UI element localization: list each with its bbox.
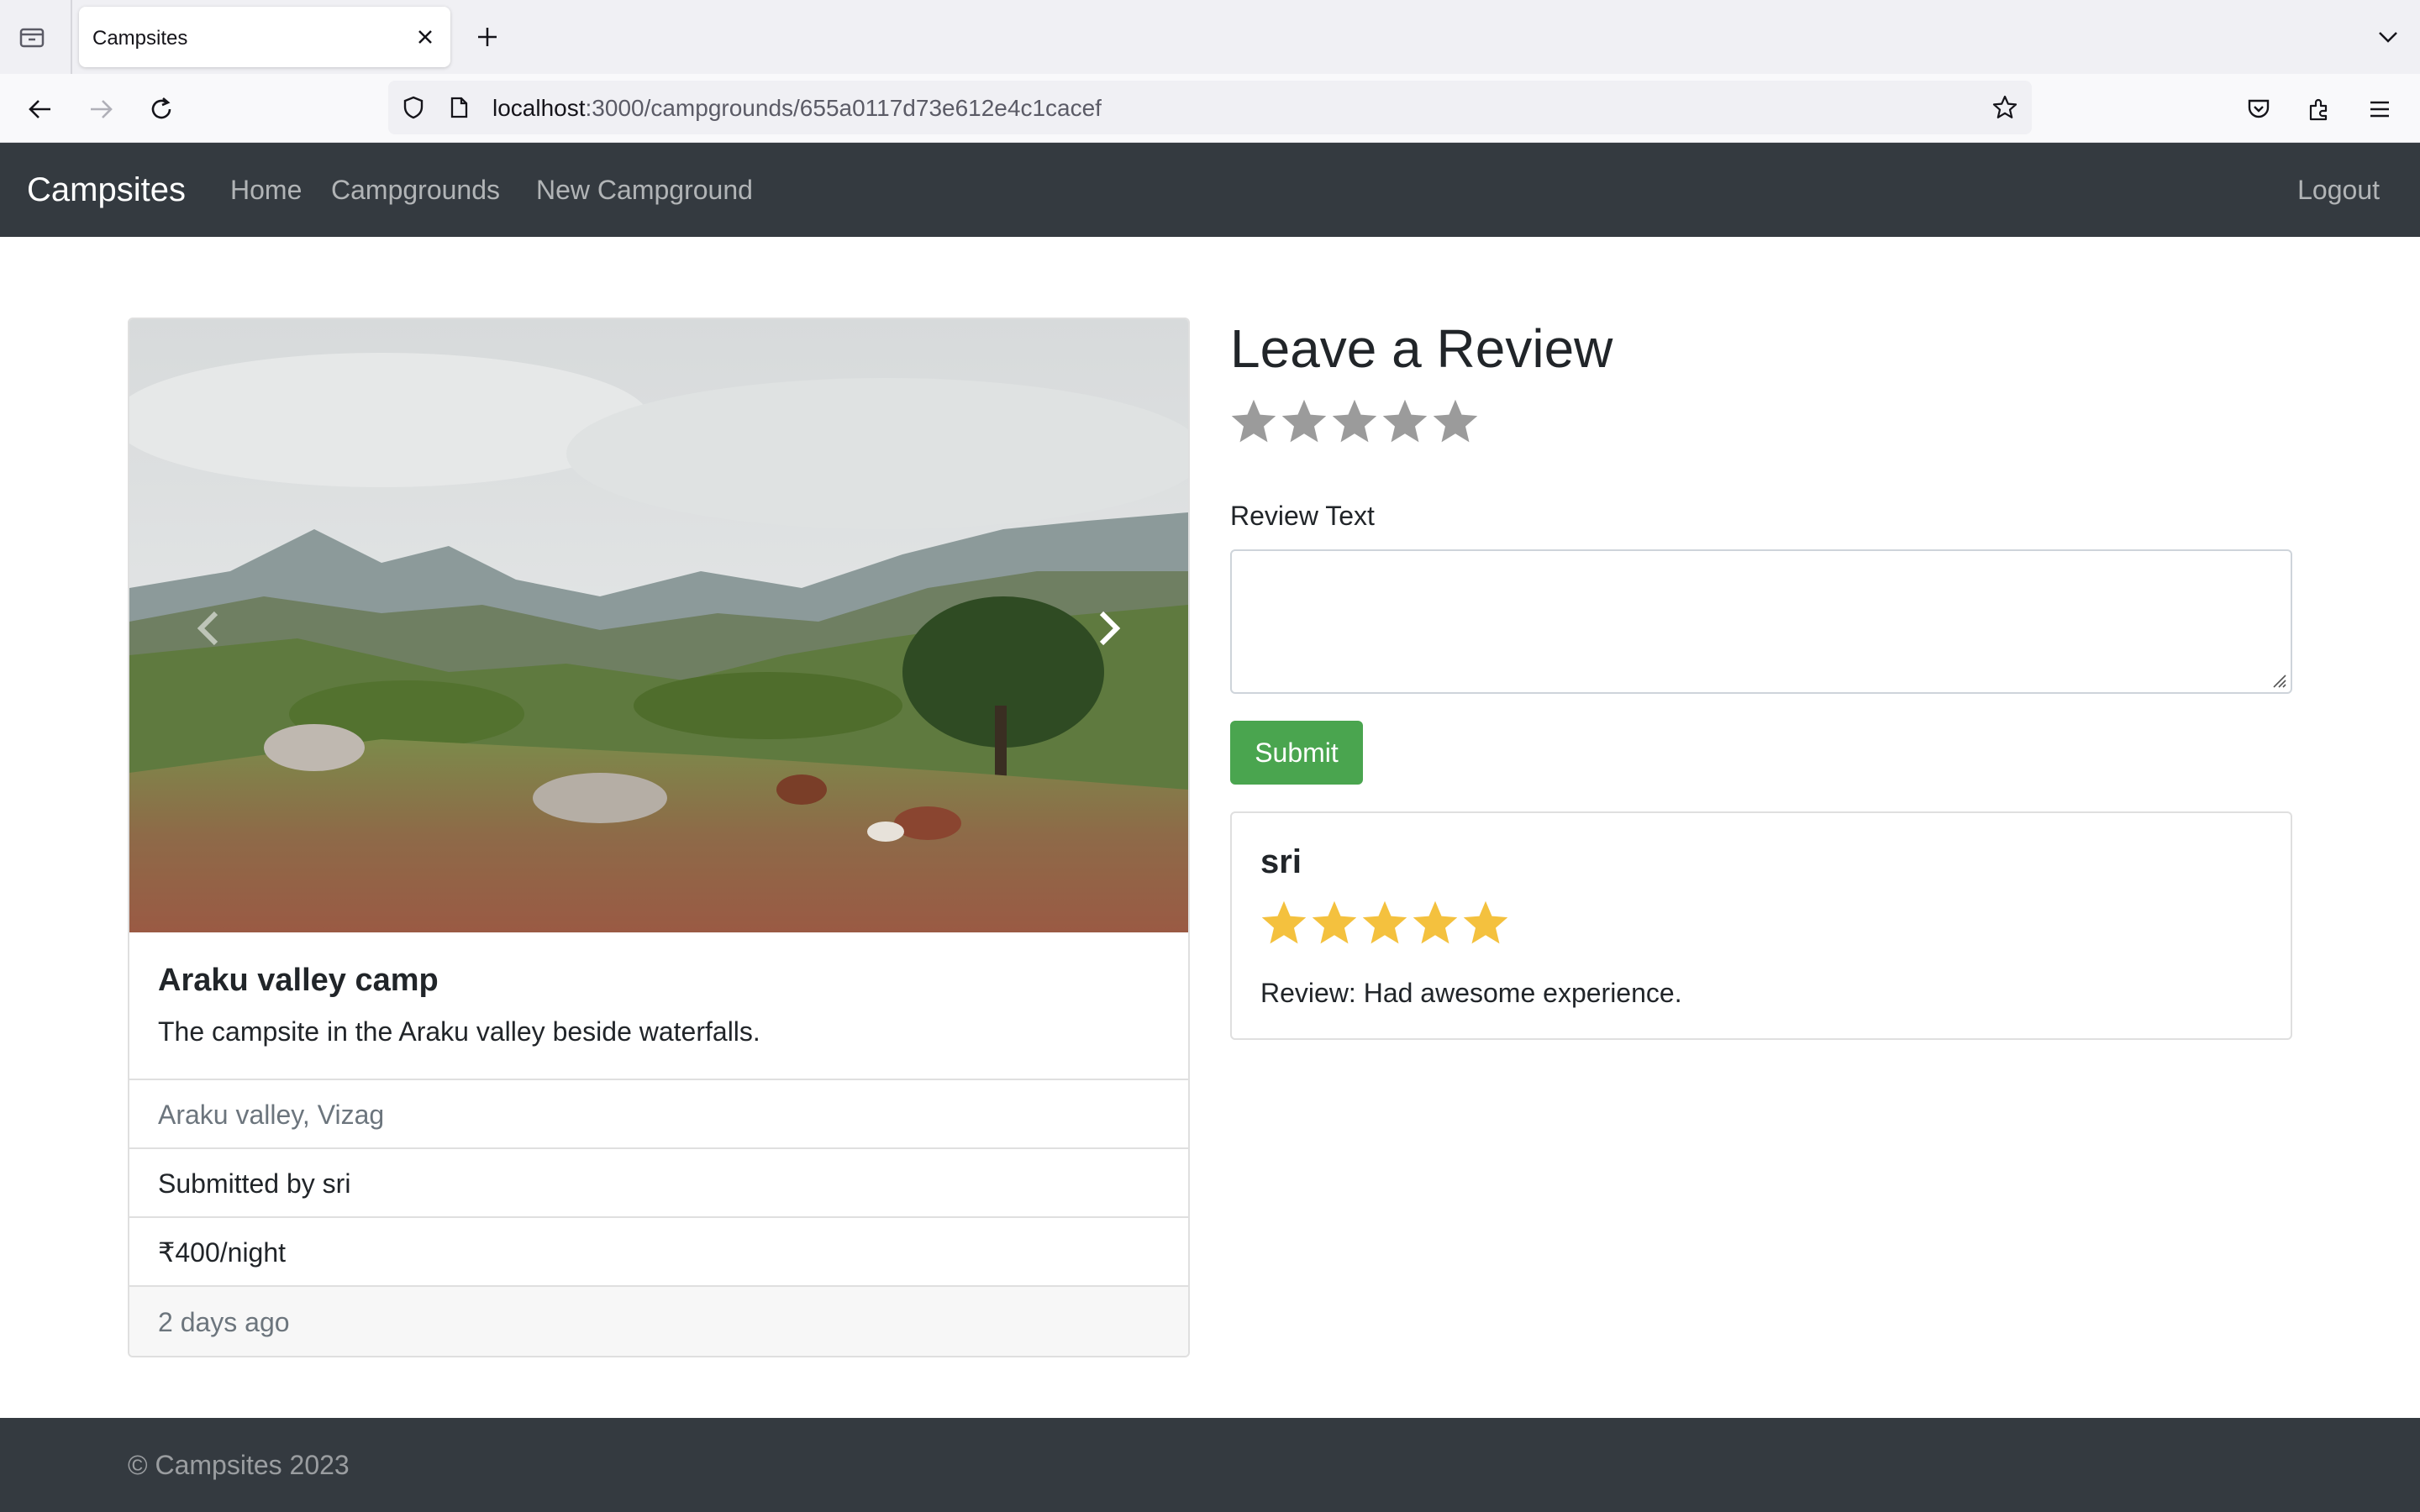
site-footer: © Campsites 2023 <box>0 1418 2420 1512</box>
rating-star-2-icon[interactable] <box>1279 395 1329 449</box>
extensions-icon[interactable] <box>2301 91 2338 128</box>
rating-star-3-icon[interactable] <box>1329 395 1380 449</box>
new-tab-icon[interactable] <box>471 20 504 54</box>
navbar-brand[interactable]: Campsites <box>27 171 186 209</box>
star-filled-icon <box>1309 897 1360 949</box>
forward-arrow-icon[interactable] <box>82 91 119 128</box>
bookmark-star-icon[interactable] <box>1990 92 2020 123</box>
tab-separator <box>71 0 72 74</box>
star-filled-icon <box>1360 897 1410 949</box>
rating-star-4-icon[interactable] <box>1380 395 1430 449</box>
review-text-label: Review Text <box>1230 501 1375 531</box>
rating-star-1-icon[interactable] <box>1228 395 1279 449</box>
pocket-icon[interactable] <box>2240 91 2277 128</box>
card-body: Araku valley camp The campsite in the Ar… <box>129 932 1188 1080</box>
address-bar[interactable]: localhost:3000/campgrounds/655a0117d73e6… <box>388 81 2032 134</box>
campground-photo <box>129 319 1188 932</box>
star-filled-icon <box>1410 897 1460 949</box>
logout-link[interactable]: Logout <box>2297 175 2380 206</box>
menu-icon[interactable] <box>2361 91 2398 128</box>
star-filled-icon <box>1460 897 1511 949</box>
carousel-next-icon[interactable] <box>1084 603 1134 654</box>
footer-copyright: © Campsites 2023 <box>128 1450 350 1480</box>
browser-toolbar: localhost:3000/campgrounds/655a0117d73e6… <box>0 74 2420 143</box>
star-rating-input[interactable] <box>1228 395 1481 449</box>
review-textarea[interactable] <box>1230 549 2292 694</box>
campground-card: Araku valley camp The campsite in the Ar… <box>128 318 1190 1357</box>
rating-star-5-icon[interactable] <box>1430 395 1481 449</box>
tab-title: Campsites <box>92 27 188 50</box>
close-tab-icon[interactable] <box>412 24 439 50</box>
campground-description: The campsite in the Araku valley beside … <box>158 1016 760 1047</box>
nav-link-home[interactable]: Home <box>230 175 302 206</box>
url-path: :3000/campgrounds/655a0117d73e612e4c1cac… <box>585 95 1102 121</box>
page-icon[interactable] <box>445 94 472 121</box>
chevron-down-icon[interactable] <box>2371 20 2405 54</box>
review-author: sri <box>1260 843 1302 880</box>
review-rating <box>1259 897 1511 949</box>
site-navbar: Campsites Home Campgrounds New Campgroun… <box>0 143 2420 237</box>
nav-link-new-campground[interactable]: New Campground <box>536 175 753 206</box>
tab-list-icon[interactable] <box>15 20 49 54</box>
shield-icon[interactable] <box>400 94 427 121</box>
campground-title: Araku valley camp <box>158 963 439 998</box>
back-arrow-icon[interactable] <box>22 91 59 128</box>
image-carousel <box>129 319 1188 932</box>
nav-link-campgrounds[interactable]: Campgrounds <box>331 175 500 206</box>
resize-grip-icon[interactable] <box>2269 670 2287 689</box>
carousel-prev-icon[interactable] <box>183 603 234 654</box>
review-heading: Leave a Review <box>1230 318 1613 379</box>
card-footer: 2 days ago <box>129 1287 1188 1356</box>
url-text[interactable]: localhost:3000/campgrounds/655a0117d73e6… <box>492 95 1102 122</box>
submit-review-button[interactable]: Submit <box>1230 721 1363 785</box>
review-text: Review: Had awesome experience. <box>1260 978 1682 1008</box>
campground-price: ₹400/night <box>129 1218 1188 1287</box>
url-host: localhost <box>492 95 586 121</box>
browser-tab-bar: Campsites <box>0 0 2420 74</box>
campground-location: Araku valley, Vizag <box>129 1080 1188 1149</box>
star-filled-icon <box>1259 897 1309 949</box>
review-card: sri Review: Had awesome experience. <box>1230 811 2292 1040</box>
browser-tab[interactable]: Campsites <box>79 7 450 67</box>
campground-author: Submitted by sri <box>129 1149 1188 1218</box>
reload-icon[interactable] <box>143 91 180 128</box>
